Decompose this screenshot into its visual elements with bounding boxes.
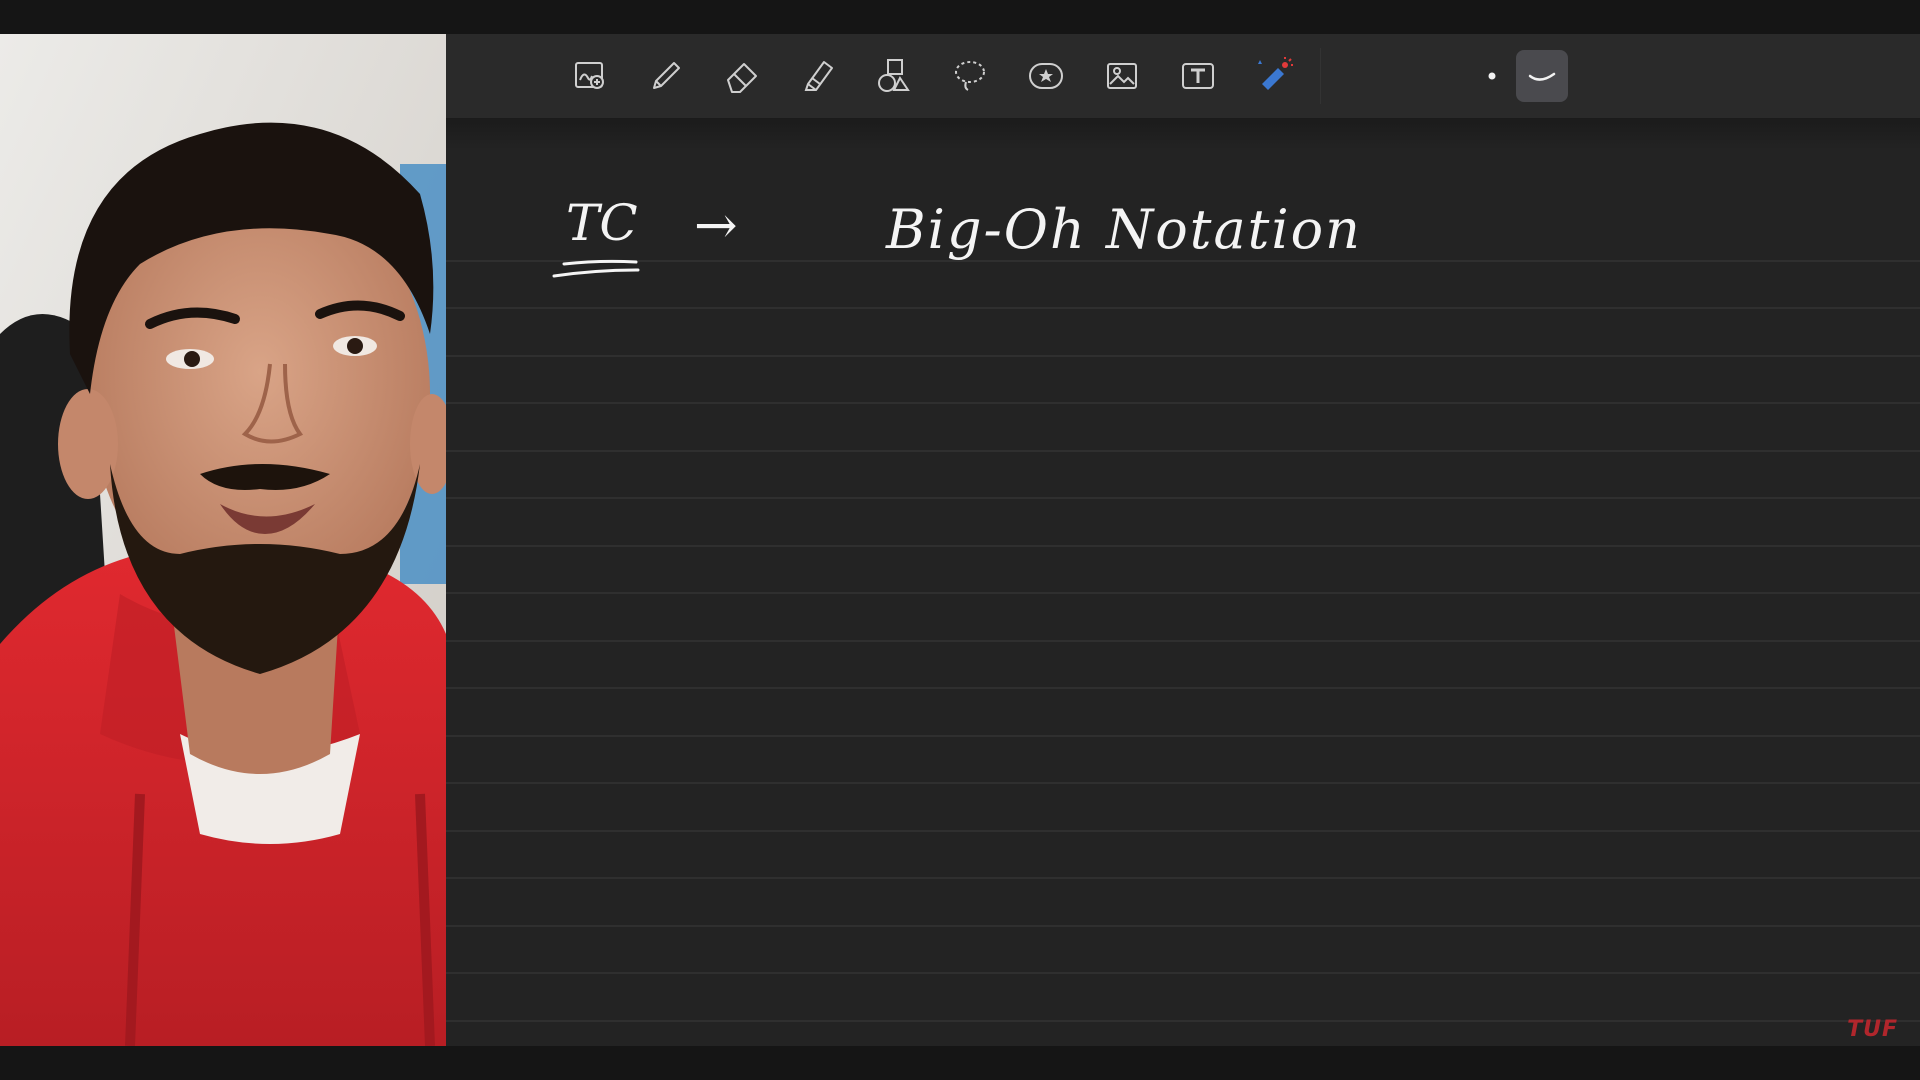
stroke-style-selected[interactable]	[1516, 50, 1568, 102]
star-sticker-icon	[1029, 63, 1063, 89]
ruled-line	[446, 355, 1920, 357]
sticker-tool[interactable]	[1020, 50, 1072, 102]
note-big-oh-notation: Big-Oh Notation	[886, 198, 1362, 261]
ruled-line	[446, 450, 1920, 452]
letterbox-top	[0, 0, 1920, 34]
image-icon	[1107, 63, 1137, 89]
highlighter-tool[interactable]	[792, 50, 844, 102]
lasso-icon	[955, 61, 985, 91]
ruled-line	[446, 592, 1920, 594]
ruled-line	[446, 402, 1920, 404]
highlighter-icon	[804, 61, 833, 91]
shapes-tool[interactable]	[868, 50, 920, 102]
note-tc: TC	[566, 194, 638, 252]
ruled-line	[446, 1020, 1920, 1022]
text-tool[interactable]	[1172, 50, 1224, 102]
pen-icon	[653, 62, 680, 89]
ruled-line	[446, 877, 1920, 879]
ruled-line	[446, 830, 1920, 832]
pen-tool[interactable]	[640, 50, 692, 102]
drawing-toolbar	[446, 34, 1920, 119]
note-arrow: →	[694, 196, 738, 256]
eraser-tool[interactable]	[716, 50, 768, 102]
ruled-line	[446, 972, 1920, 974]
video-frame: TC → Big-Oh Notation TUF	[0, 0, 1920, 1080]
laser-pointer-icon	[1258, 57, 1293, 90]
image-tool[interactable]	[1096, 50, 1148, 102]
tc-double-underline	[552, 259, 640, 278]
stroke-size-dot[interactable]	[1466, 50, 1518, 102]
text-box-icon	[1182, 63, 1214, 89]
image-zoom-icon	[575, 62, 604, 89]
eraser-icon	[727, 63, 757, 93]
notes-canvas-panel: TC → Big-Oh Notation TUF	[446, 34, 1920, 1046]
dot-icon	[1488, 72, 1496, 80]
ruled-line	[446, 640, 1920, 642]
ruled-line	[446, 925, 1920, 927]
webcam-video-panel	[0, 34, 446, 1046]
tuf-watermark: TUF	[1847, 1017, 1898, 1042]
curve-stroke-icon	[1528, 72, 1556, 81]
image-search-tool[interactable]	[564, 50, 616, 102]
shapes-icon	[878, 59, 910, 92]
ruled-line	[446, 782, 1920, 784]
handwritten-notes: TC → Big-Oh Notation	[446, 150, 1920, 350]
lasso-tool[interactable]	[944, 50, 996, 102]
toolbar-shadow	[446, 118, 1920, 150]
toolbar-divider	[1320, 48, 1321, 104]
ruled-line	[446, 735, 1920, 737]
ruled-line	[446, 545, 1920, 547]
presenter-image	[0, 34, 446, 1046]
ruled-line	[446, 497, 1920, 499]
laser-pointer-tool[interactable]	[1248, 50, 1300, 102]
letterbox-bottom	[0, 1046, 1920, 1080]
ruled-line	[446, 687, 1920, 689]
